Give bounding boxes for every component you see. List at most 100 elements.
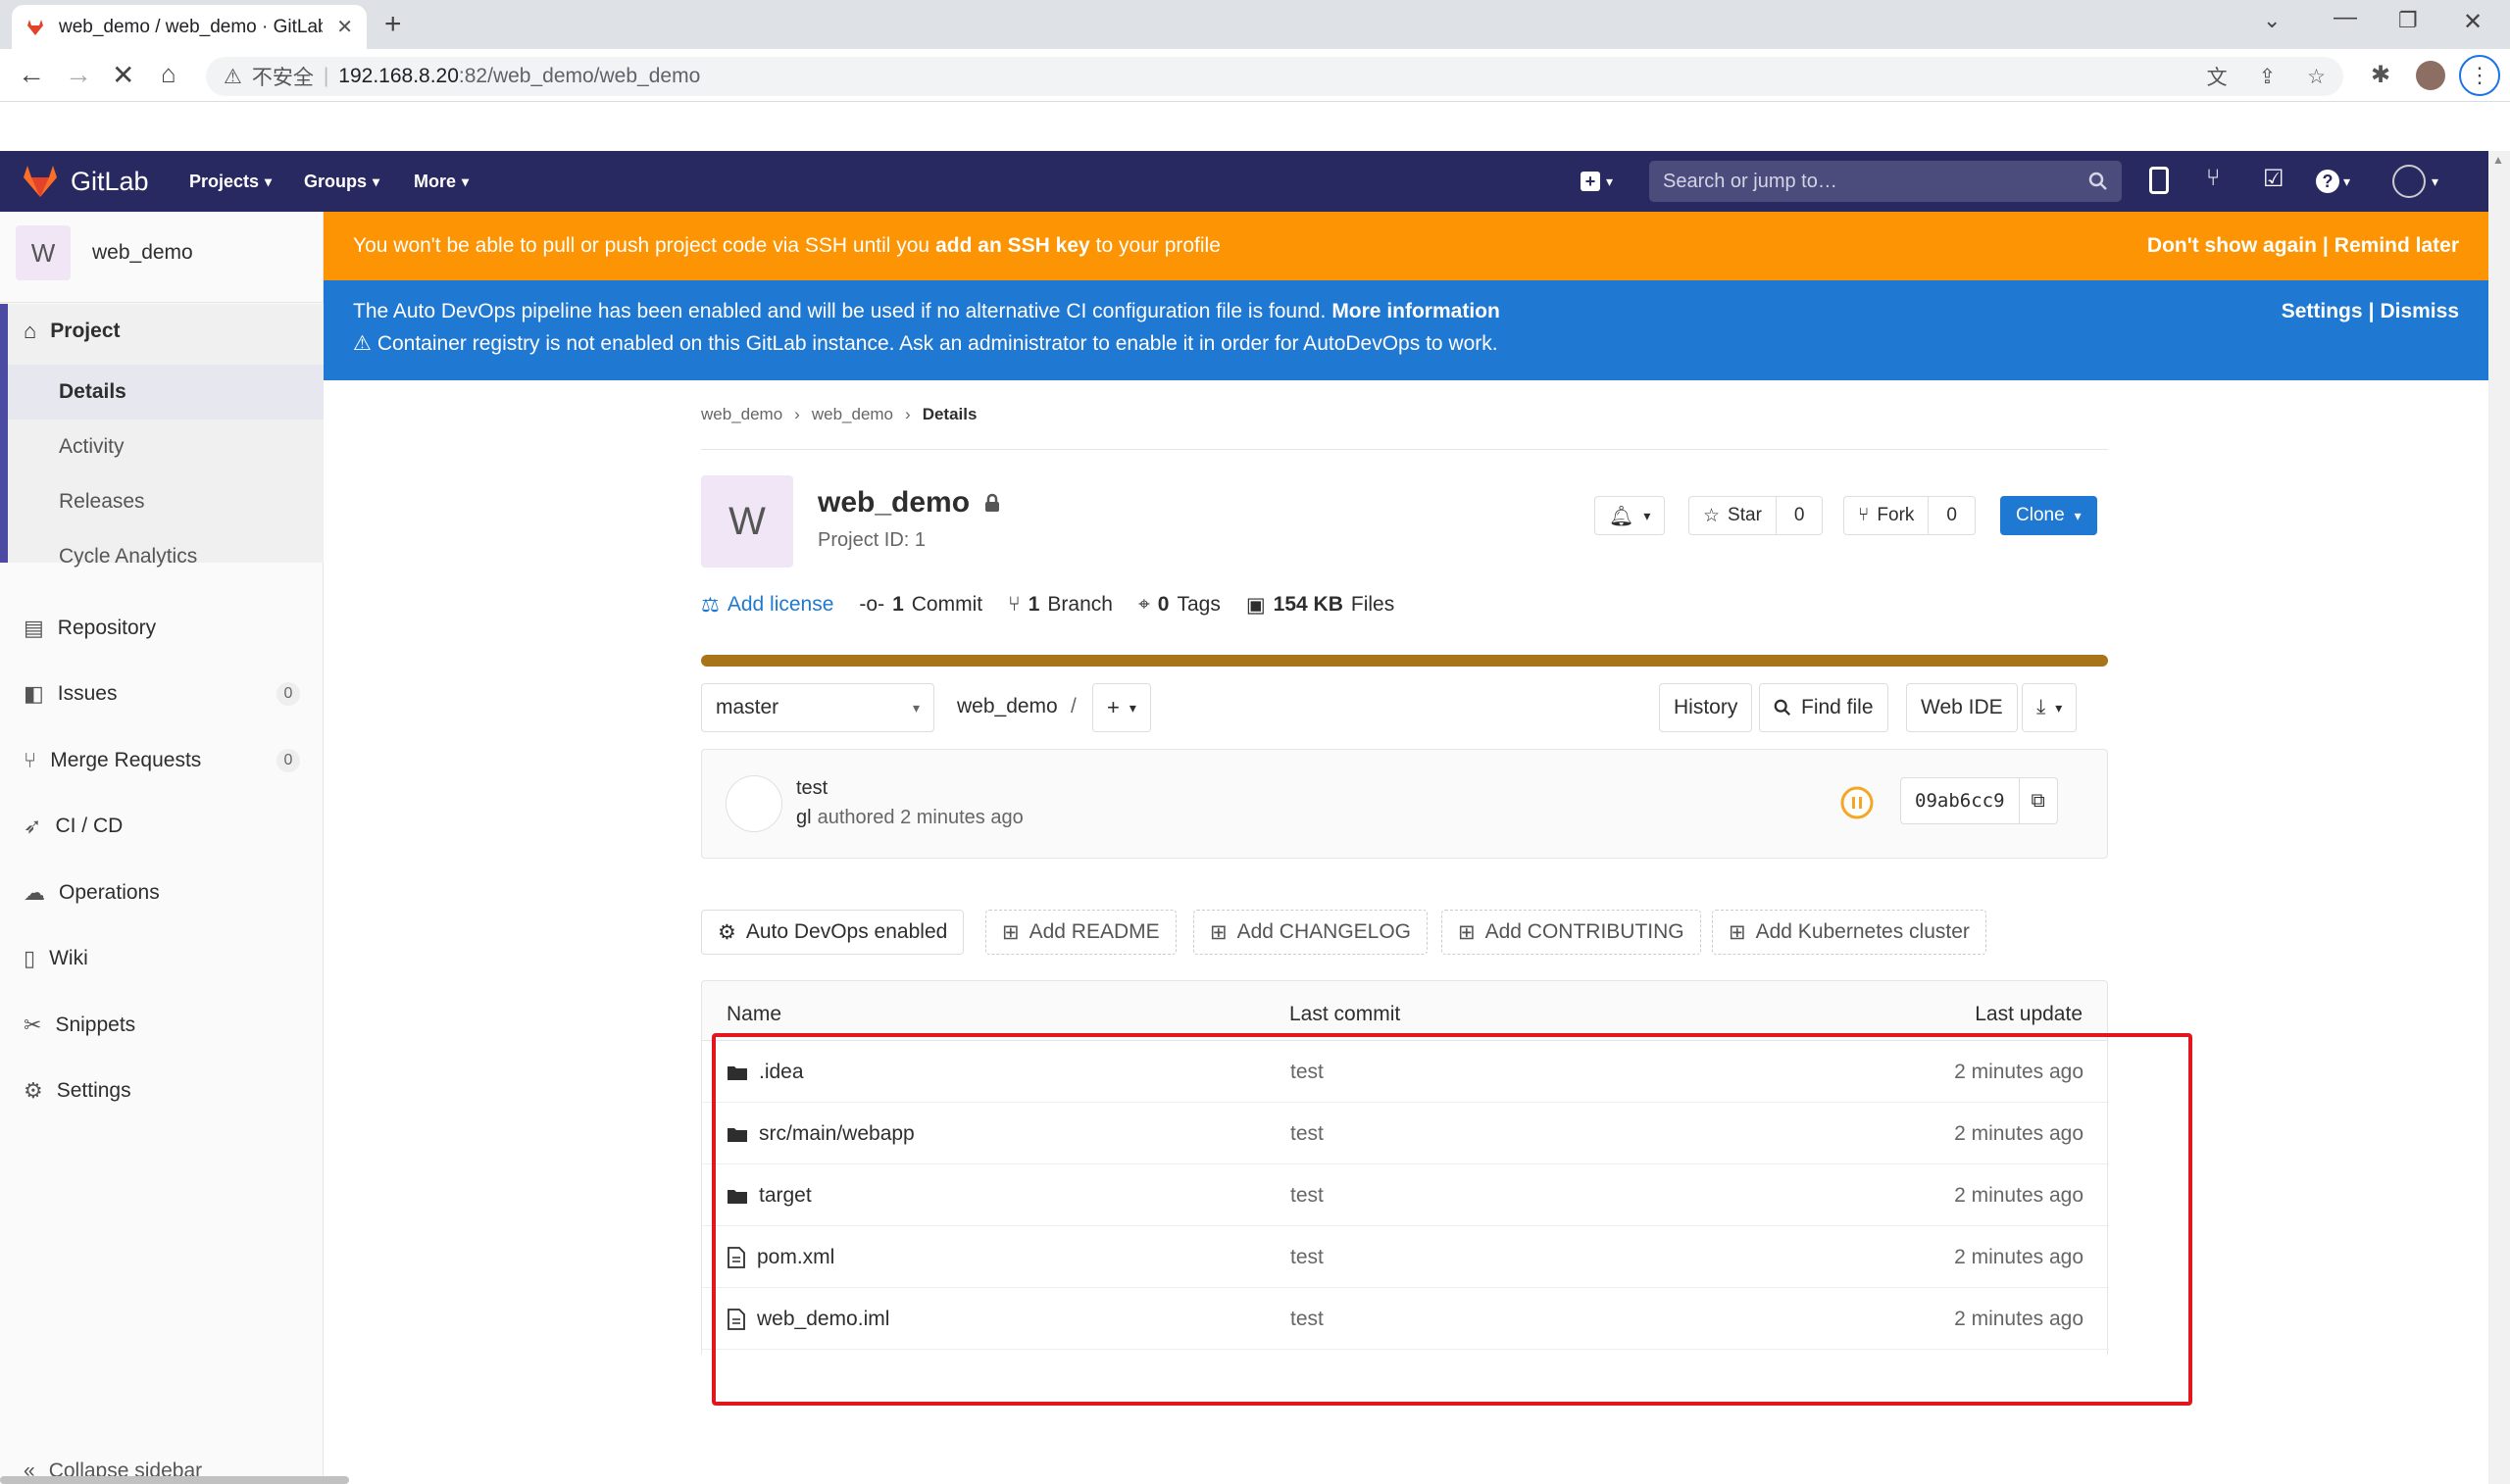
fork-button[interactable]: ⑂ Fork (1844, 497, 1930, 534)
todos-icon[interactable]: ☑ (2263, 165, 2284, 193)
gitlab-logo[interactable]: GitLab (22, 151, 149, 212)
file-last-commit[interactable]: test (1290, 1164, 1324, 1226)
new-item-dropdown[interactable]: + ▾ (1581, 151, 1613, 212)
pipeline-status-icon[interactable] (1839, 785, 1875, 820)
back-icon[interactable]: ← (18, 59, 45, 90)
table-row[interactable]: .idea test 2 minutes ago (702, 1041, 2109, 1103)
add-ssh-key-link[interactable]: add an SSH key (935, 234, 1090, 258)
add-contributing-button[interactable]: ⊞ Add CONTRIBUTING (1441, 910, 1701, 955)
add-readme-button[interactable]: ⊞ Add README (985, 910, 1177, 955)
table-row[interactable]: src/main/webapp test 2 minutes ago (702, 1103, 2109, 1164)
minimize-icon[interactable]: — (2334, 4, 2357, 31)
user-menu[interactable]: ▾ (2392, 151, 2438, 212)
home-icon[interactable]: ⌂ (161, 59, 176, 89)
sidebar-project-header[interactable]: W web_demo (16, 225, 193, 280)
help-dropdown[interactable]: ? ▾ (2316, 151, 2350, 212)
commit-sha[interactable]: 09ab6cc9 (1901, 778, 2020, 823)
copy-icon[interactable]: ⧉ (2020, 790, 2057, 813)
file-name[interactable]: target (759, 1184, 812, 1208)
close-window-icon[interactable]: ✕ (2463, 8, 2483, 36)
banner-dismiss-link[interactable]: Dismiss (2380, 300, 2459, 323)
table-row[interactable]: pom.xml test 2 minutes ago (702, 1226, 2109, 1288)
add-changelog-button[interactable]: ⊞ Add CHANGELOG (1193, 910, 1429, 955)
sidebar-sub-activity[interactable]: Activity (8, 420, 324, 474)
breadcrumb-group[interactable]: web_demo (701, 405, 782, 424)
browser-tab[interactable]: web_demo / web_demo · GitLab ✕ (12, 5, 367, 49)
merge-requests-shortcut-icon[interactable]: ⑂ (2206, 165, 2220, 192)
sidebar-item-wiki[interactable]: ▯ Wiki (0, 931, 324, 986)
auto-devops-enabled-button[interactable]: ⚙ Auto DevOps enabled (701, 910, 965, 955)
find-file-button[interactable]: Find file (1759, 683, 1888, 732)
commits-link[interactable]: -o- 1 Commit (859, 593, 982, 617)
clone-button[interactable]: Clone ▾ (2000, 496, 2097, 535)
sidebar-item-settings[interactable]: ⚙ Settings (0, 1064, 324, 1118)
file-last-commit[interactable]: test (1290, 1103, 1324, 1164)
history-button[interactable]: History (1659, 683, 1753, 732)
project-title: web_demo (818, 486, 1001, 519)
table-row[interactable]: web_demo.iml test 2 minutes ago (702, 1288, 2109, 1350)
file-name[interactable]: pom.xml (757, 1246, 834, 1269)
file-last-commit[interactable]: test (1290, 1288, 1324, 1350)
extensions-icon[interactable]: ✱ (2371, 61, 2390, 89)
sidebar-sub-details[interactable]: Details (8, 365, 324, 420)
sidebar-item-merge-requests[interactable]: ⑂ Merge Requests 0 (0, 733, 324, 788)
sidebar-item-issues[interactable]: ◧ Issues 0 (0, 667, 324, 721)
commit-author[interactable]: gl (796, 807, 812, 829)
search-input[interactable]: Search or jump to… (1649, 161, 2122, 202)
star-count[interactable]: 0 (1777, 505, 1823, 526)
repo-path-root[interactable]: web_demo (957, 695, 1058, 718)
download-dropdown[interactable]: ⤓ ▾ (2022, 683, 2078, 732)
address-bar[interactable]: ⚠ 不安全 | 192.168.8.20:82/web_demo/web_dem… (206, 57, 2343, 96)
sidebar-item-snippets[interactable]: ✂ Snippets (0, 998, 324, 1053)
page-scrollbar[interactable]: ▲ (2488, 151, 2510, 1484)
stop-loading-icon[interactable]: ✕ (112, 59, 134, 91)
fork-button-group: ⑂ Fork 0 (1843, 496, 1976, 535)
sidebar-item-operations[interactable]: ☁ Operations (0, 866, 324, 920)
file-last-commit[interactable]: test (1290, 1226, 1324, 1288)
profile-avatar[interactable] (2416, 61, 2445, 90)
sidebar-item-repository[interactable]: ▤ Repository (0, 601, 324, 656)
file-name[interactable]: src/main/webapp (759, 1122, 915, 1146)
branch-select[interactable]: master ▾ (701, 683, 934, 732)
star-button[interactable]: ☆ Star (1689, 497, 1777, 534)
web-ide-button[interactable]: Web IDE (1906, 683, 2018, 732)
commit-author-avatar[interactable] (726, 775, 782, 832)
sidebar-sub-releases[interactable]: Releases (8, 474, 324, 529)
notification-dropdown[interactable]: 🔔︎ ▾ (1594, 496, 1666, 535)
add-license-link[interactable]: ⚖ Add license (701, 593, 833, 618)
horizontal-scrollbar[interactable] (0, 1476, 349, 1484)
issues-shortcut-icon[interactable] (2149, 167, 2169, 194)
browser-menu-icon[interactable]: ⋮ (2459, 55, 2500, 96)
forward-icon[interactable]: → (65, 59, 92, 90)
tags-link[interactable]: ⌖ 0 Tags (1138, 593, 1221, 617)
bookmark-star-icon[interactable]: ☆ (2307, 65, 2326, 89)
nav-more[interactable]: More ▾ (414, 151, 469, 212)
branches-link[interactable]: ⑂ 1 Branch (1008, 593, 1113, 617)
remind-later-link[interactable]: Remind later (2334, 234, 2459, 258)
nav-groups[interactable]: Groups ▾ (304, 151, 379, 212)
file-name[interactable]: web_demo.iml (757, 1308, 889, 1331)
table-row[interactable]: target test 2 minutes ago (702, 1164, 2109, 1226)
commit-message[interactable]: test (796, 777, 828, 800)
add-kubernetes-cluster-button[interactable]: ⊞ Add Kubernetes cluster (1712, 910, 1986, 955)
close-tab-icon[interactable]: ✕ (336, 15, 353, 39)
translate-icon[interactable]: 文 (2207, 62, 2228, 91)
share-icon[interactable]: ⇪ (2259, 65, 2277, 89)
sidebar-item-ci-cd[interactable]: ➶ CI / CD (0, 799, 324, 854)
nav-projects[interactable]: Projects ▾ (189, 151, 272, 212)
more-information-link[interactable]: More information (1331, 300, 1500, 323)
scroll-up-icon[interactable]: ▲ (2492, 153, 2504, 167)
sidebar-item-project[interactable]: ⌂ Project (0, 304, 324, 359)
fork-count[interactable]: 0 (1929, 505, 1975, 526)
dont-show-again-link[interactable]: Don't show again (2147, 234, 2317, 258)
breadcrumb-project[interactable]: web_demo (812, 405, 893, 424)
banner-settings-link[interactable]: Settings (2282, 300, 2363, 323)
new-tab-icon[interactable]: + (384, 8, 402, 41)
tab-search-icon[interactable]: ⌄ (2263, 8, 2281, 33)
restore-icon[interactable]: ❐ (2398, 8, 2418, 33)
file-name[interactable]: .idea (759, 1061, 804, 1084)
file-last-commit[interactable]: test (1290, 1041, 1324, 1103)
sidebar-sub-cycle-analytics[interactable]: Cycle Analytics (8, 529, 324, 568)
files-size-link[interactable]: ▣ 154 KB Files (1246, 593, 1394, 618)
add-to-tree-dropdown[interactable]: + ▾ (1092, 683, 1151, 732)
